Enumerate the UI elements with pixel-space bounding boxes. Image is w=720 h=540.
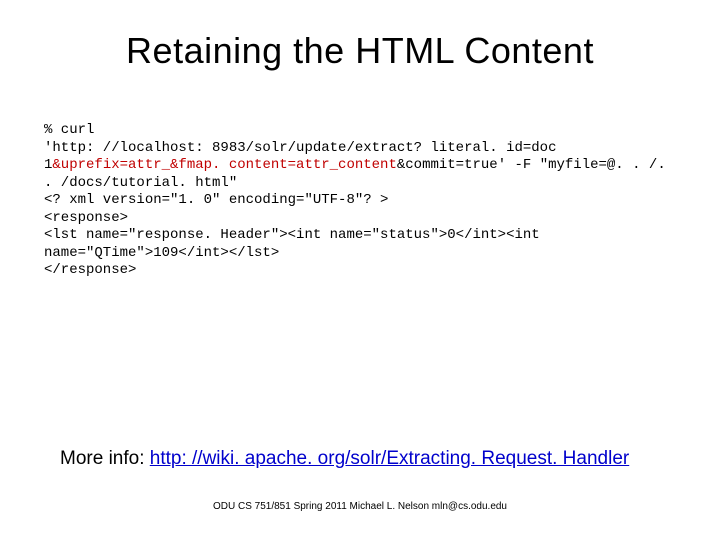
footer-text: ODU CS 751/851 Spring 2011 Michael L. Ne…	[0, 501, 720, 512]
code-line: </response>	[44, 262, 680, 280]
code-line: % curl	[44, 122, 680, 140]
code-line: <response>	[44, 210, 680, 228]
slide: Retaining the HTML Content % curl 'http:…	[0, 0, 720, 540]
code-block: % curl 'http: //localhost: 8983/solr/upd…	[44, 122, 680, 280]
code-line: 'http: //localhost: 8983/solr/update/ext…	[44, 140, 680, 193]
code-line: <lst name="response. Header"><int name="…	[44, 227, 680, 262]
more-info: More info: http: //wiki. apache. org/sol…	[60, 448, 629, 470]
page-title: Retaining the HTML Content	[40, 30, 680, 72]
more-info-link[interactable]: http: //wiki. apache. org/solr/Extractin…	[150, 448, 629, 469]
more-info-label: More info:	[60, 448, 150, 469]
code-line: <? xml version="1. 0" encoding="UTF-8"? …	[44, 192, 680, 210]
code-highlight: &uprefix=attr_&fmap. content=attr_conten…	[52, 157, 396, 173]
